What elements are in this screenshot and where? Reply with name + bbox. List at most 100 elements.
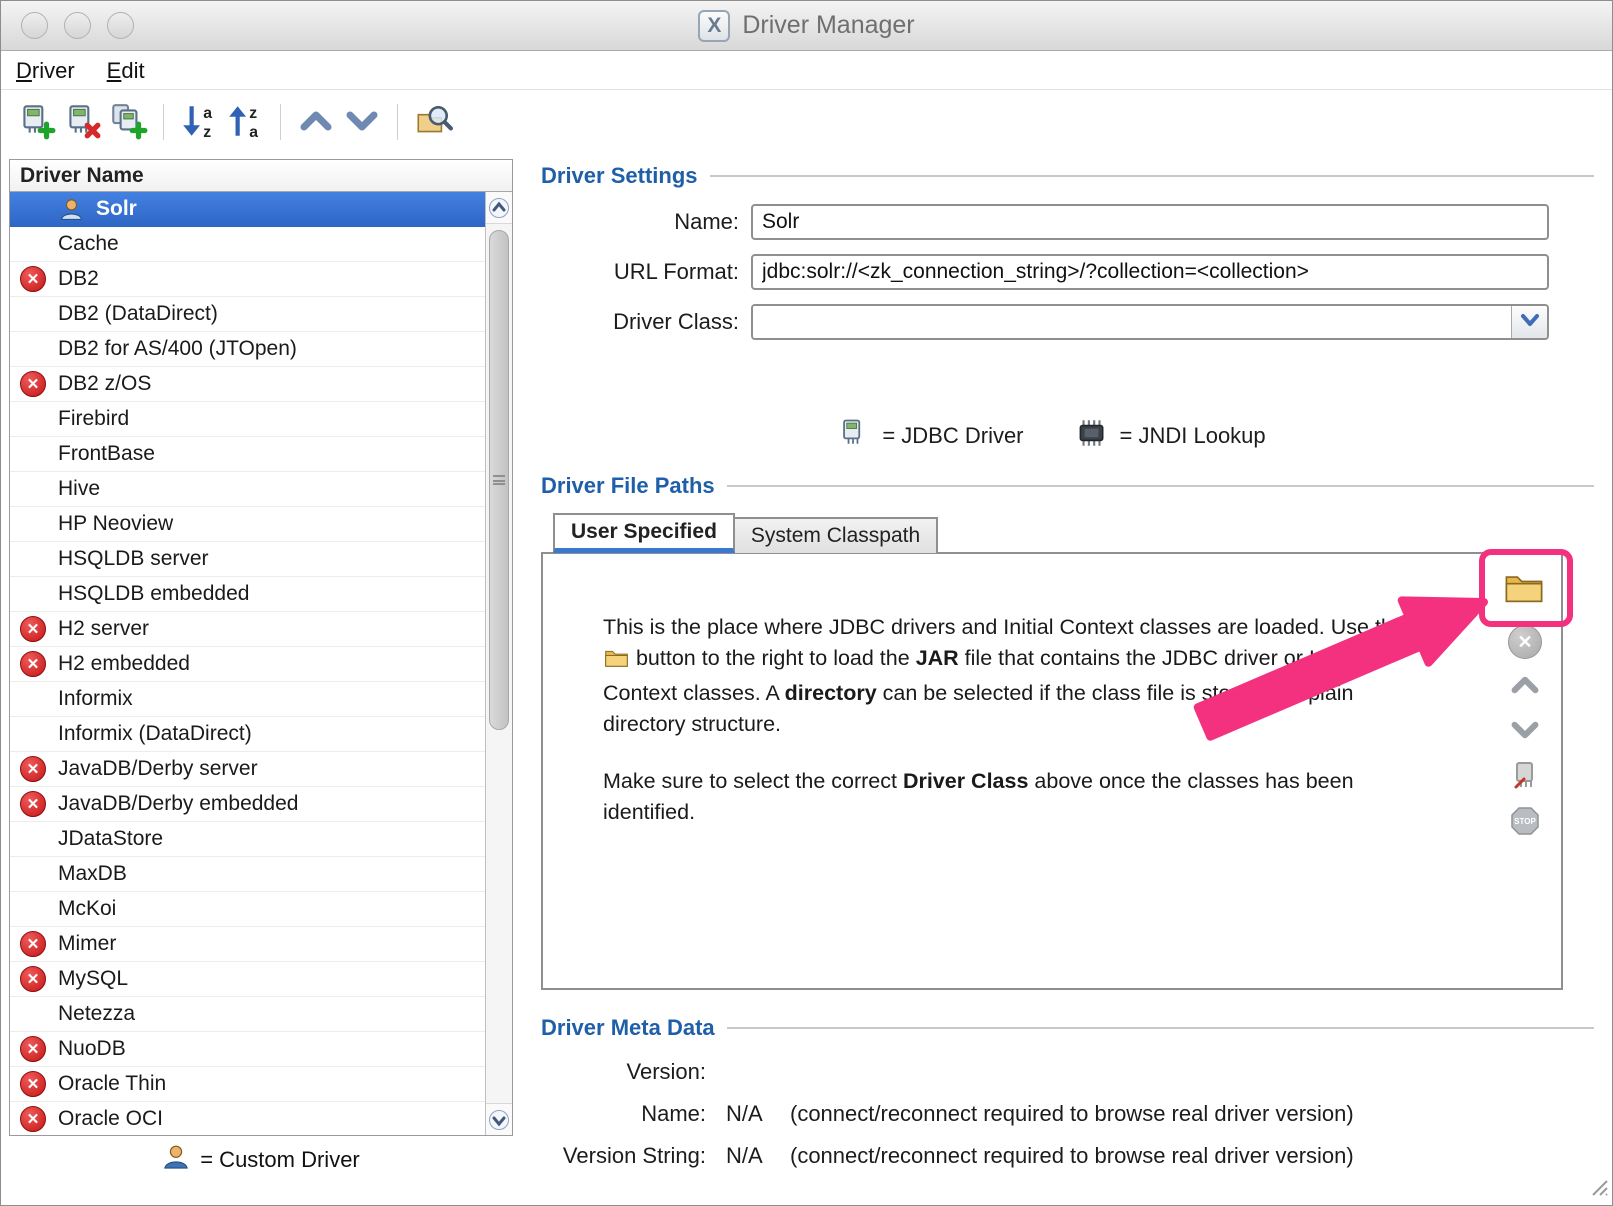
driver-row-nuodb[interactable]: ✕NuoDB (10, 1032, 485, 1067)
driver-row-cache[interactable]: Cache (10, 227, 485, 262)
scroll-up-button[interactable] (486, 192, 512, 224)
driver-icon-placeholder (20, 721, 50, 747)
chevron-up-icon (1507, 672, 1543, 701)
move-down-button[interactable] (339, 99, 385, 145)
driver-name-label: FrontBase (58, 442, 155, 466)
driver-meta-data-title: Driver Meta Data (541, 1015, 715, 1041)
driver-icon-placeholder (20, 441, 50, 467)
name-input[interactable] (751, 204, 1549, 240)
copy-driver-icon (108, 101, 148, 144)
driver-settings-title: Driver Settings (541, 163, 698, 189)
sort-ascending-button[interactable]: za (222, 99, 268, 145)
driver-settings-section: Driver Settings (541, 163, 1594, 189)
driver-row-db2[interactable]: ✕DB2 (10, 262, 485, 297)
driver-row-jdatastore[interactable]: JDataStore (10, 822, 485, 857)
driver-name-label: NuoDB (58, 1037, 126, 1061)
sort-ascending-icon: za (225, 101, 265, 144)
tab-system-classpath[interactable]: System Classpath (735, 517, 938, 553)
driver-name-label: H2 embedded (58, 652, 190, 676)
error-icon: ✕ (20, 266, 46, 292)
driver-list-header[interactable]: Driver Name (10, 160, 512, 192)
driver-row-db2-for-as-400-jtopen[interactable]: DB2 for AS/400 (JTOpen) (10, 332, 485, 367)
filter-button[interactable] (410, 99, 456, 145)
driver-row-db2-datadirect[interactable]: DB2 (DataDirect) (10, 297, 485, 332)
driver-icon-placeholder (20, 686, 50, 712)
jndi-chip-icon (1074, 416, 1108, 456)
driver-row-frontbase[interactable]: FrontBase (10, 437, 485, 472)
driver-row-db2-z-os[interactable]: ✕DB2 z/OS (10, 367, 485, 402)
meta-name-value: N/A (706, 1097, 768, 1131)
url-format-input[interactable] (751, 254, 1549, 290)
meta-name-note: (connect/reconnect required to browse re… (768, 1097, 1354, 1131)
driver-row-firebird[interactable]: Firebird (10, 402, 485, 437)
driver-row-mckoi[interactable]: McKoi (10, 892, 485, 927)
driver-name-label: DB2 for AS/400 (JTOpen) (58, 337, 297, 361)
driver-row-hive[interactable]: Hive (10, 472, 485, 507)
driver-row-hsqldb-server[interactable]: HSQLDB server (10, 542, 485, 577)
tab-user-specified[interactable]: User Specified (553, 513, 735, 553)
driver-name-label: Oracle Thin (58, 1072, 166, 1096)
driver-icon-placeholder (20, 406, 50, 432)
driver-row-javadb-derby-server[interactable]: ✕JavaDB/Derby server (10, 752, 485, 787)
driver-row-oracle-thin[interactable]: ✕ Oracle Thin (10, 1067, 485, 1102)
move-path-up-button[interactable] (1505, 666, 1545, 706)
driver-row-oracle-oci[interactable]: ✕Oracle OCI (10, 1102, 485, 1135)
driver-class-input[interactable] (753, 306, 1511, 338)
new-driver-button[interactable] (13, 99, 59, 145)
driver-name-label: HSQLDB embedded (58, 582, 249, 606)
copy-driver-button[interactable] (105, 99, 151, 145)
zoom-button[interactable] (107, 12, 134, 39)
desc-text: This is the place where JDBC drivers and… (603, 615, 1405, 639)
toolbar-separator (280, 104, 281, 140)
menu-edit[interactable]: Edit (107, 58, 145, 84)
check-driver-button[interactable] (1505, 756, 1545, 796)
error-icon: ✕ (20, 1071, 46, 1097)
driver-row-javadb-derby-embedded[interactable]: ✕JavaDB/Derby embedded (10, 787, 485, 822)
stop-icon: STOP (1507, 803, 1543, 842)
driver-class-dropdown-button[interactable] (1511, 306, 1547, 338)
new-driver-icon (16, 101, 56, 144)
move-path-down-button[interactable] (1505, 711, 1545, 751)
driver-row-mimer[interactable]: ✕Mimer (10, 927, 485, 962)
stop-button[interactable]: STOP (1505, 802, 1545, 842)
driver-row-hsqldb-embedded[interactable]: HSQLDB embedded (10, 577, 485, 612)
scroll-down-button[interactable] (486, 1103, 512, 1135)
close-button[interactable] (21, 12, 48, 39)
jdbc-legend-text: = JDBC Driver (882, 423, 1023, 449)
driver-row-h2-embedded[interactable]: ✕H2 embedded (10, 647, 485, 682)
sort-descending-button[interactable]: az (176, 99, 222, 145)
version-string-value: N/A (706, 1139, 768, 1173)
driver-row-h2-server[interactable]: ✕H2 server (10, 612, 485, 647)
driver-row-informix-datadirect[interactable]: Informix (DataDirect) (10, 717, 485, 752)
driver-check-icon (1507, 757, 1543, 796)
add-jar-button[interactable] (1499, 562, 1549, 614)
driver-row-solr[interactable]: Solr (10, 192, 485, 227)
app-icon: X (698, 10, 730, 42)
driver-row-netezza[interactable]: Netezza (10, 997, 485, 1032)
delete-driver-button[interactable] (59, 99, 105, 145)
scroll-thumb[interactable] (489, 230, 509, 730)
custom-driver-icon (58, 196, 84, 222)
driver-name-label: Informix (DataDirect) (58, 722, 252, 746)
driver-row-hp-neoview[interactable]: HP Neoview (10, 507, 485, 542)
meta-version-row: Version: (541, 1055, 706, 1089)
driver-row-maxdb[interactable]: MaxDB (10, 857, 485, 892)
driver-row-mysql[interactable]: ✕MySQL (10, 962, 485, 997)
remove-path-button[interactable]: ✕ (1505, 622, 1545, 662)
driver-file-paths-section: Driver File Paths (541, 473, 1594, 499)
minimize-button[interactable] (64, 12, 91, 39)
desc-bold: directory (785, 681, 877, 705)
jdbc-driver-icon (836, 416, 870, 456)
scroll-grip (493, 475, 505, 485)
jndi-legend-text: = JNDI Lookup (1120, 423, 1266, 449)
move-up-button[interactable] (293, 99, 339, 145)
menu-driver[interactable]: Driver (16, 58, 75, 84)
resize-grip[interactable] (1587, 1175, 1609, 1202)
driver-name-label: DB2 z/OS (58, 372, 151, 396)
description-paragraph-1: This is the place where JDBC drivers and… (603, 612, 1413, 740)
toolbar-separator (397, 104, 398, 140)
driver-icon-placeholder (20, 861, 50, 887)
driver-row-informix[interactable]: Informix (10, 682, 485, 717)
remove-icon: ✕ (1508, 625, 1542, 659)
driver-manager-window: X Driver Manager Driver Edit az za (0, 0, 1613, 1206)
